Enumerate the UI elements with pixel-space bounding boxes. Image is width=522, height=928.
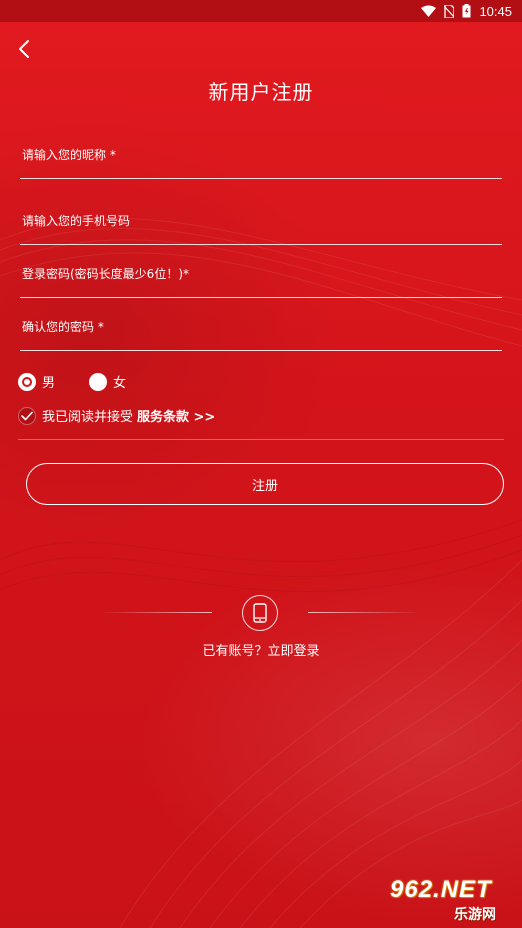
- status-bar: 10:45: [0, 0, 522, 22]
- watermark-bottom: 乐游网: [454, 907, 496, 923]
- agree-checkbox[interactable]: [18, 406, 36, 425]
- page-title: 新用户注册: [208, 80, 314, 104]
- register-button[interactable]: 注册: [26, 463, 504, 505]
- confirm-password-field[interactable]: [20, 316, 504, 351]
- gender-label-female: 女: [113, 376, 127, 391]
- divider-right: [308, 612, 420, 613]
- password-input[interactable]: [20, 267, 504, 281]
- gender-selector: 男 女: [18, 372, 160, 391]
- phone-input[interactable]: [20, 214, 504, 228]
- login-section: 已有账号？立即登录: [0, 594, 522, 674]
- agree-text: 我已阅读并接受: [42, 410, 134, 425]
- watermark-top: 962.NET: [390, 876, 492, 903]
- gender-option-male[interactable]: 男: [18, 372, 55, 391]
- check-icon: [21, 411, 33, 420]
- divider: [18, 439, 504, 440]
- battery-icon: [462, 4, 471, 18]
- chevron-left-icon: [19, 40, 29, 58]
- radio-checked-icon[interactable]: [18, 372, 36, 391]
- no-sim-icon: [444, 4, 455, 18]
- terms-link[interactable]: 服务条款 >>: [137, 406, 215, 425]
- phone-icon: [253, 603, 267, 623]
- radio-unchecked-icon[interactable]: [89, 372, 108, 391]
- divider-left: [100, 612, 212, 613]
- nickname-input[interactable]: [20, 148, 504, 162]
- phone-field[interactable]: [20, 210, 504, 245]
- wifi-icon: [421, 5, 437, 17]
- nickname-field[interactable]: [20, 144, 504, 179]
- status-time: 10:45: [479, 3, 512, 19]
- password-field[interactable]: [20, 263, 504, 298]
- back-button[interactable]: [14, 38, 36, 60]
- watermark-logo: 962.NET 乐游网: [382, 876, 518, 926]
- gender-label-male: 男: [42, 376, 56, 391]
- gender-option-female[interactable]: 女: [89, 372, 126, 391]
- phone-icon-circle: [242, 595, 278, 631]
- login-link[interactable]: 已有账号？立即登录: [0, 640, 522, 659]
- terms-agreement: 我已阅读并接受 服务条款 >>: [18, 406, 215, 425]
- confirm-password-input[interactable]: [20, 320, 504, 334]
